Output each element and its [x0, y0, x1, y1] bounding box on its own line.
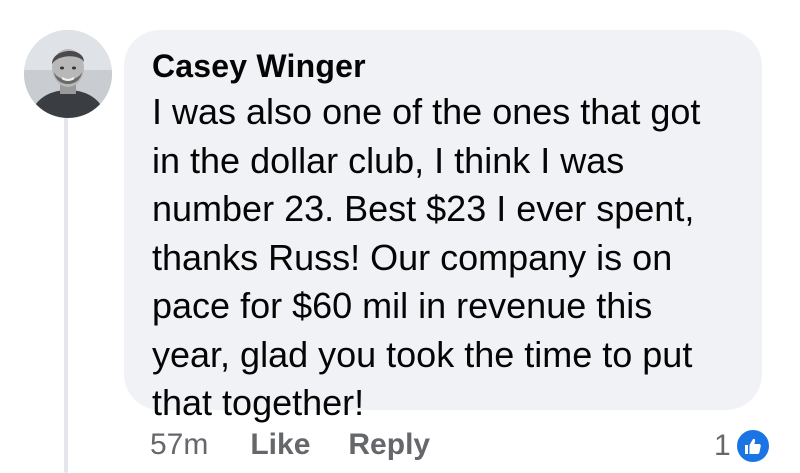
thumbs-up-icon — [734, 428, 771, 464]
thread-line — [64, 112, 68, 473]
comment-line: I was also one of the ones that got — [152, 91, 701, 132]
comment-text: I was also one of the ones that got in t… — [152, 88, 752, 428]
author-name[interactable]: Casey Winger — [152, 48, 366, 85]
comment-line: that together! — [152, 382, 365, 423]
reply-button[interactable]: Reply — [348, 428, 430, 462]
comment-meta: 57m Like Reply — [150, 428, 468, 462]
comment-line: pace for $60 mil in revenue this — [152, 285, 653, 326]
comment-line: in the dollar club, I think I was — [152, 139, 625, 181]
comment-container: Casey Winger I was also one of the ones … — [0, 0, 800, 473]
reaction-count: 1 — [714, 429, 731, 462]
like-button[interactable]: Like — [250, 428, 310, 462]
comment-line: number 23. Best $23 I ever spent, — [152, 188, 695, 229]
comment-line: thanks Russ! Our company is on — [152, 236, 673, 278]
avatar[interactable] — [24, 30, 112, 118]
comment-line: year, glad you took the time to put — [152, 333, 693, 375]
reaction-summary[interactable]: 1 — [714, 426, 771, 466]
timestamp[interactable]: 57m — [150, 428, 208, 462]
